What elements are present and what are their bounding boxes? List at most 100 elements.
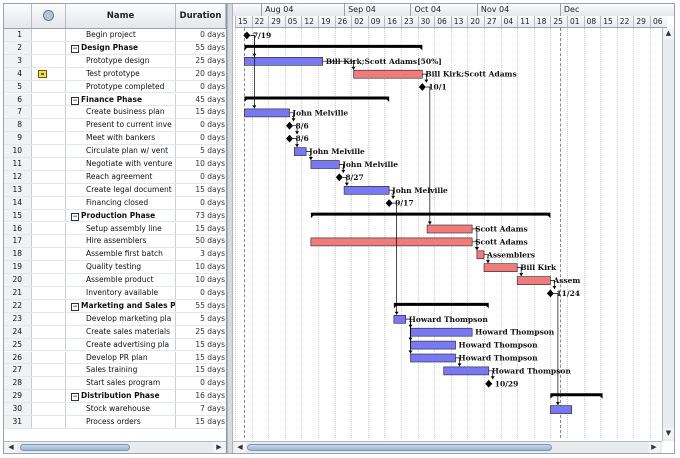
row-number[interactable]: 18 [4,248,32,261]
task-bar[interactable] [393,314,407,324]
row-number[interactable]: 31 [4,416,32,428]
task-bar[interactable] [244,56,324,66]
task-duration[interactable]: 10 days [176,274,226,286]
task-name-cell[interactable]: Negotiate with venture [66,158,176,170]
task-name-cell[interactable]: Prototype completed [66,80,176,93]
row-number[interactable]: 5 [4,80,32,93]
row-number[interactable]: 10 [4,145,32,157]
task-duration[interactable]: 15 days [176,184,226,196]
task-name-cell[interactable]: Stock warehouse [66,403,176,415]
task-row[interactable]: 19 Quality testing 10 days [4,261,226,275]
summary-bar[interactable] [310,212,551,219]
task-name-cell[interactable]: Assemble first batch [66,248,176,261]
task-row[interactable]: 20 Assemble product 10 days [4,274,226,287]
task-name-cell[interactable]: Inventory available [66,287,176,299]
gantt-scroll-left-icon[interactable]: ◀ [234,442,246,453]
milestone-marker[interactable] [335,173,343,182]
task-row[interactable]: 13 Create legal document 15 days [4,183,226,197]
task-name-cell[interactable]: Reach agreement [66,170,176,183]
duration-column-header[interactable]: Duration [176,4,226,28]
task-duration[interactable]: 15 days [176,416,226,428]
row-number[interactable]: 24 [4,325,32,338]
task-name-cell[interactable]: Process orders [66,416,176,428]
task-row[interactable]: 28 Start sales program 0 days [4,377,226,391]
row-number[interactable]: 20 [4,274,32,286]
task-name-cell[interactable]: Develop marketing pla [66,312,176,325]
scroll-up-icon[interactable]: ▲ [663,28,674,39]
task-duration[interactable]: 15 days [176,223,226,235]
task-name-cell[interactable]: Circulate plan w/ vent [66,145,176,157]
task-duration[interactable]: 20 days [176,68,226,80]
task-name-cell[interactable]: Start sales program [66,377,176,390]
name-column-header[interactable]: Name [66,4,176,28]
task-row[interactable]: 23 Develop marketing pla 5 days [4,312,226,326]
row-number[interactable]: 15 [4,209,32,222]
scroll-right-icon[interactable]: ▶ [213,442,225,453]
row-number[interactable]: 13 [4,183,32,196]
collapse-icon[interactable]: − [71,44,79,53]
collapse-icon[interactable]: − [71,302,79,311]
task-row[interactable]: 30 Stock warehouse 7 days [4,403,226,416]
task-name-cell[interactable]: Create legal document [66,183,176,196]
task-row[interactable]: 1 Begin project 0 days [4,29,226,42]
critical-task-bar[interactable] [310,237,473,247]
row-number[interactable]: 22 [4,299,32,312]
milestone-marker[interactable] [243,31,251,40]
task-name-cell[interactable]: Develop PR plan [66,351,176,364]
gantt-scroll-thumb[interactable] [247,444,552,451]
row-number[interactable]: 1 [4,29,32,41]
note-icon[interactable] [38,69,47,78]
task-duration[interactable]: 7 days [176,403,226,415]
task-row[interactable]: 8 Present to current inve 0 days [4,119,226,133]
task-duration[interactable]: 45 days [176,94,226,106]
task-row[interactable]: 26 Develop PR plan 15 days [4,351,226,365]
task-bar[interactable] [310,160,340,169]
task-name-cell[interactable]: Hire assemblers [66,235,176,248]
task-bar[interactable] [410,353,456,363]
task-duration[interactable]: 0 days [176,377,226,389]
task-duration[interactable]: 15 days [176,339,226,351]
task-row[interactable]: 5 Prototype completed 0 days [4,80,226,94]
task-duration[interactable]: 0 days [176,81,226,93]
row-number[interactable]: 14 [4,196,32,209]
milestone-marker[interactable] [286,134,294,143]
critical-task-bar[interactable] [476,250,485,260]
task-bar[interactable] [550,405,573,414]
task-name-cell[interactable]: Meet with bankers [66,132,176,145]
task-name-cell[interactable]: Prototype design [66,54,176,67]
row-number[interactable]: 9 [4,132,32,145]
task-bar[interactable] [410,340,456,350]
milestone-marker[interactable] [286,121,294,130]
summary-task-row[interactable]: 2− Design Phase 55 days [4,41,226,55]
task-bar[interactable] [293,147,307,156]
task-duration[interactable]: 15 days [176,106,226,118]
task-row[interactable]: 7 Create business plan 15 days [4,106,226,120]
milestone-marker[interactable] [546,289,554,298]
row-number[interactable]: 8 [4,119,32,132]
task-name-cell[interactable]: Create business plan [66,106,176,119]
row-number[interactable]: 16 [4,222,32,235]
task-duration[interactable]: 25 days [176,55,226,67]
task-row[interactable]: 25 Create advertising pla 15 days [4,338,226,352]
collapse-icon[interactable]: − [71,212,79,221]
row-number[interactable]: 21 [4,287,32,299]
task-name-cell[interactable]: Create advertising pla [66,338,176,351]
task-row[interactable]: 18 Assemble first batch 3 days [4,248,226,262]
task-row[interactable]: 10 Circulate plan w/ vent 5 days [4,145,226,158]
critical-task-bar[interactable] [353,69,423,79]
task-row[interactable]: 31 Process orders 15 days [4,416,226,429]
critical-task-bar[interactable] [483,263,518,273]
critical-task-bar[interactable] [516,276,551,285]
task-name-cell[interactable]: Assemble product [66,274,176,286]
task-name-cell[interactable]: Setup assembly line [66,222,176,235]
gantt-horizontal-scrollbar[interactable]: ◀ ▶ [233,441,662,453]
task-name-cell[interactable]: − Distribution Phase [66,390,176,403]
task-duration[interactable]: 3 days [176,248,226,260]
task-bar[interactable] [244,108,290,118]
row-number[interactable]: 29 [4,390,32,403]
task-duration[interactable]: 50 days [176,235,226,247]
task-row[interactable]: 11 Negotiate with venture 10 days [4,158,226,171]
gantt-vertical-scrollbar[interactable]: ▲ ▼ [662,28,674,441]
gantt-scroll-right-icon[interactable]: ▶ [648,442,660,453]
task-row[interactable]: 9 Meet with bankers 0 days [4,132,226,146]
